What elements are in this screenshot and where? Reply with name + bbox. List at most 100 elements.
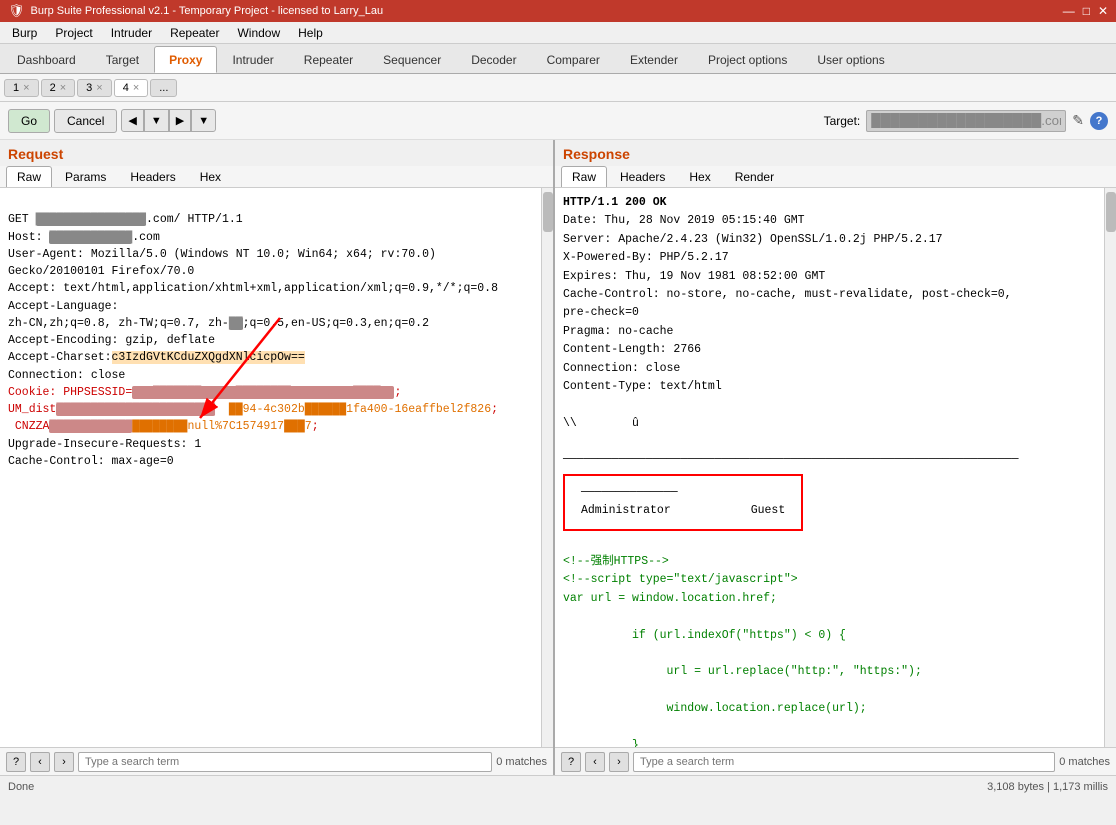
resp-js2: if (url.indexOf("https") < 0) { xyxy=(563,627,1100,645)
help-icon[interactable]: ? xyxy=(1090,112,1108,130)
fwd-dropdown[interactable]: ▼ xyxy=(144,109,169,132)
resp-redbox-line: ──────────────AdministratorGuest xyxy=(563,470,1100,535)
close-tab-1[interactable]: × xyxy=(23,82,29,94)
request-content: GET ████████████████.com/ HTTP/1.1 Host:… xyxy=(0,188,553,747)
req-tab-3[interactable]: 3 × xyxy=(77,79,112,97)
tab-extender[interactable]: Extender xyxy=(615,46,693,73)
resp-tab-render[interactable]: Render xyxy=(724,166,785,187)
menu-help[interactable]: Help xyxy=(290,24,331,42)
resp-highlight-box: ──────────────AdministratorGuest xyxy=(563,474,803,531)
nav-group: ◀ ▼ ▶ ▼ xyxy=(121,109,216,132)
resp-line-5: Expires: Thu, 19 Nov 1981 08:52:00 GMT xyxy=(563,268,1100,286)
response-panel-tabs: Raw Headers Hex Render xyxy=(555,166,1116,188)
cancel-button[interactable]: Cancel xyxy=(54,109,117,133)
req-tab-params[interactable]: Params xyxy=(54,166,117,187)
tab-decoder[interactable]: Decoder xyxy=(456,46,531,73)
request-panel-tabs: Raw Params Headers Hex xyxy=(0,166,553,188)
req-line-2: Host: ████████████.com xyxy=(8,231,160,244)
edit-icon[interactable]: ✎ xyxy=(1072,112,1084,129)
tab-target[interactable]: Target xyxy=(91,46,154,73)
response-content: HTTP/1.1 200 OK Date: Thu, 28 Nov 2019 0… xyxy=(555,188,1116,747)
search-next-button[interactable]: › xyxy=(54,752,74,772)
resp-js1: var url = window.location.href; xyxy=(563,590,1100,608)
target-label: Target: xyxy=(824,114,861,128)
resp-comment2: <!--script type="text/javascript"> xyxy=(563,571,1100,589)
response-scrollbar-thumb xyxy=(1106,192,1116,232)
fwd-button[interactable]: ▶ xyxy=(169,109,191,132)
close-tab-4[interactable]: × xyxy=(133,82,139,94)
req-line-10: Connection: close xyxy=(8,369,125,382)
req-line-14: Upgrade-Insecure-Requests: 1 xyxy=(8,438,201,451)
tab-comparer[interactable]: Comparer xyxy=(532,46,615,73)
request-tabs-row: 1 × 2 × 3 × 4 × ... xyxy=(0,74,1116,102)
go-button[interactable]: Go xyxy=(8,109,50,133)
title-bar: 🛡 Burp Suite Professional v2.1 - Tempora… xyxy=(0,0,1116,22)
resp-line-blank3 xyxy=(563,535,1100,553)
tab-repeater[interactable]: Repeater xyxy=(289,46,368,73)
menu-project[interactable]: Project xyxy=(47,24,100,42)
menu-burp[interactable]: Burp xyxy=(4,24,45,42)
resp-line-1: HTTP/1.1 200 OK xyxy=(563,194,1100,212)
request-search-input[interactable] xyxy=(78,752,492,772)
minimize-button[interactable]: — xyxy=(1063,4,1075,18)
response-code[interactable]: HTTP/1.1 200 OK Date: Thu, 28 Nov 2019 0… xyxy=(555,188,1116,747)
response-search-bar: ? ‹ › 0 matches xyxy=(555,747,1116,775)
req-tab-1[interactable]: 1 × xyxy=(4,79,39,97)
back-button[interactable]: ◀ xyxy=(121,109,143,132)
req-tab-hex[interactable]: Hex xyxy=(189,166,232,187)
request-search-bar: ? ‹ › 0 matches xyxy=(0,747,553,775)
window-title: 🛡 Burp Suite Professional v2.1 - Tempora… xyxy=(8,3,383,19)
menu-window[interactable]: Window xyxy=(229,24,288,42)
close-button[interactable]: ✕ xyxy=(1098,4,1108,18)
resp-js5: } xyxy=(563,737,1100,747)
tab-intruder[interactable]: Intruder xyxy=(217,46,288,73)
menu-repeater[interactable]: Repeater xyxy=(162,24,227,42)
target-area: Target: ✎ ? xyxy=(824,110,1108,132)
main-tab-bar: Dashboard Target Proxy Intruder Repeater… xyxy=(0,44,1116,74)
req-tab-raw[interactable]: Raw xyxy=(6,166,52,187)
resp-line-11: Content-Type: text/html xyxy=(563,378,1100,396)
resp-comment1: <!--强制HTTPS--> xyxy=(563,553,1100,571)
response-search-input[interactable] xyxy=(633,752,1055,772)
tab-user-options[interactable]: User options xyxy=(802,46,899,73)
req-line-7: zh-CN,zh;q=0.8, zh-TW;q=0.7, zh-██;q=0.5… xyxy=(8,317,429,330)
tab-dashboard[interactable]: Dashboard xyxy=(2,46,91,73)
resp-search-help-icon[interactable]: ? xyxy=(561,752,581,772)
bytes-info: 3,108 bytes | 1,173 millis xyxy=(987,781,1108,793)
search-prev-button[interactable]: ‹ xyxy=(30,752,50,772)
resp-tab-hex[interactable]: Hex xyxy=(678,166,721,187)
resp-guest-text: Guest xyxy=(751,502,786,520)
fwd-dropdown2[interactable]: ▼ xyxy=(191,109,216,132)
request-code[interactable]: GET ████████████████.com/ HTTP/1.1 Host:… xyxy=(0,188,553,747)
resp-admin-text: Administrator xyxy=(581,502,671,520)
req-tab-2[interactable]: 2 × xyxy=(41,79,76,97)
resp-js-blank2 xyxy=(563,645,1100,663)
target-input[interactable] xyxy=(866,110,1066,132)
main-content: Request Raw Params Headers Hex GET █████… xyxy=(0,140,1116,775)
resp-line-blank1 xyxy=(563,396,1100,414)
search-help-icon[interactable]: ? xyxy=(6,752,26,772)
req-line-9: Accept-Charset:c3IzdGVtKCduZXQgdXNlcicpO… xyxy=(8,351,305,364)
resp-line-10: Connection: close xyxy=(563,360,1100,378)
tab-project-options[interactable]: Project options xyxy=(693,46,802,73)
response-scrollbar[interactable] xyxy=(1104,188,1116,747)
tab-proxy[interactable]: Proxy xyxy=(154,46,217,73)
window-controls[interactable]: — □ ✕ xyxy=(1063,4,1108,18)
req-tab-headers[interactable]: Headers xyxy=(119,166,186,187)
req-line-12: UM_dist███████████████████████ ██94-4c30… xyxy=(8,403,498,416)
close-tab-3[interactable]: × xyxy=(96,82,102,94)
resp-line-7: pre-check=0 xyxy=(563,304,1100,322)
req-tab-4[interactable]: 4 × xyxy=(114,79,149,97)
resp-search-next-button[interactable]: › xyxy=(609,752,629,772)
resp-js4: window.location.replace(url); xyxy=(563,700,1100,718)
resp-search-prev-button[interactable]: ‹ xyxy=(585,752,605,772)
menu-intruder[interactable]: Intruder xyxy=(103,24,160,42)
request-scrollbar[interactable] xyxy=(541,188,553,747)
resp-tab-headers[interactable]: Headers xyxy=(609,166,676,187)
tab-sequencer[interactable]: Sequencer xyxy=(368,46,456,73)
resp-tab-raw[interactable]: Raw xyxy=(561,166,607,187)
maximize-button[interactable]: □ xyxy=(1083,4,1090,18)
resp-line-9: Content-Length: 2766 xyxy=(563,341,1100,359)
close-tab-2[interactable]: × xyxy=(60,82,66,94)
req-tab-more[interactable]: ... xyxy=(150,79,177,97)
